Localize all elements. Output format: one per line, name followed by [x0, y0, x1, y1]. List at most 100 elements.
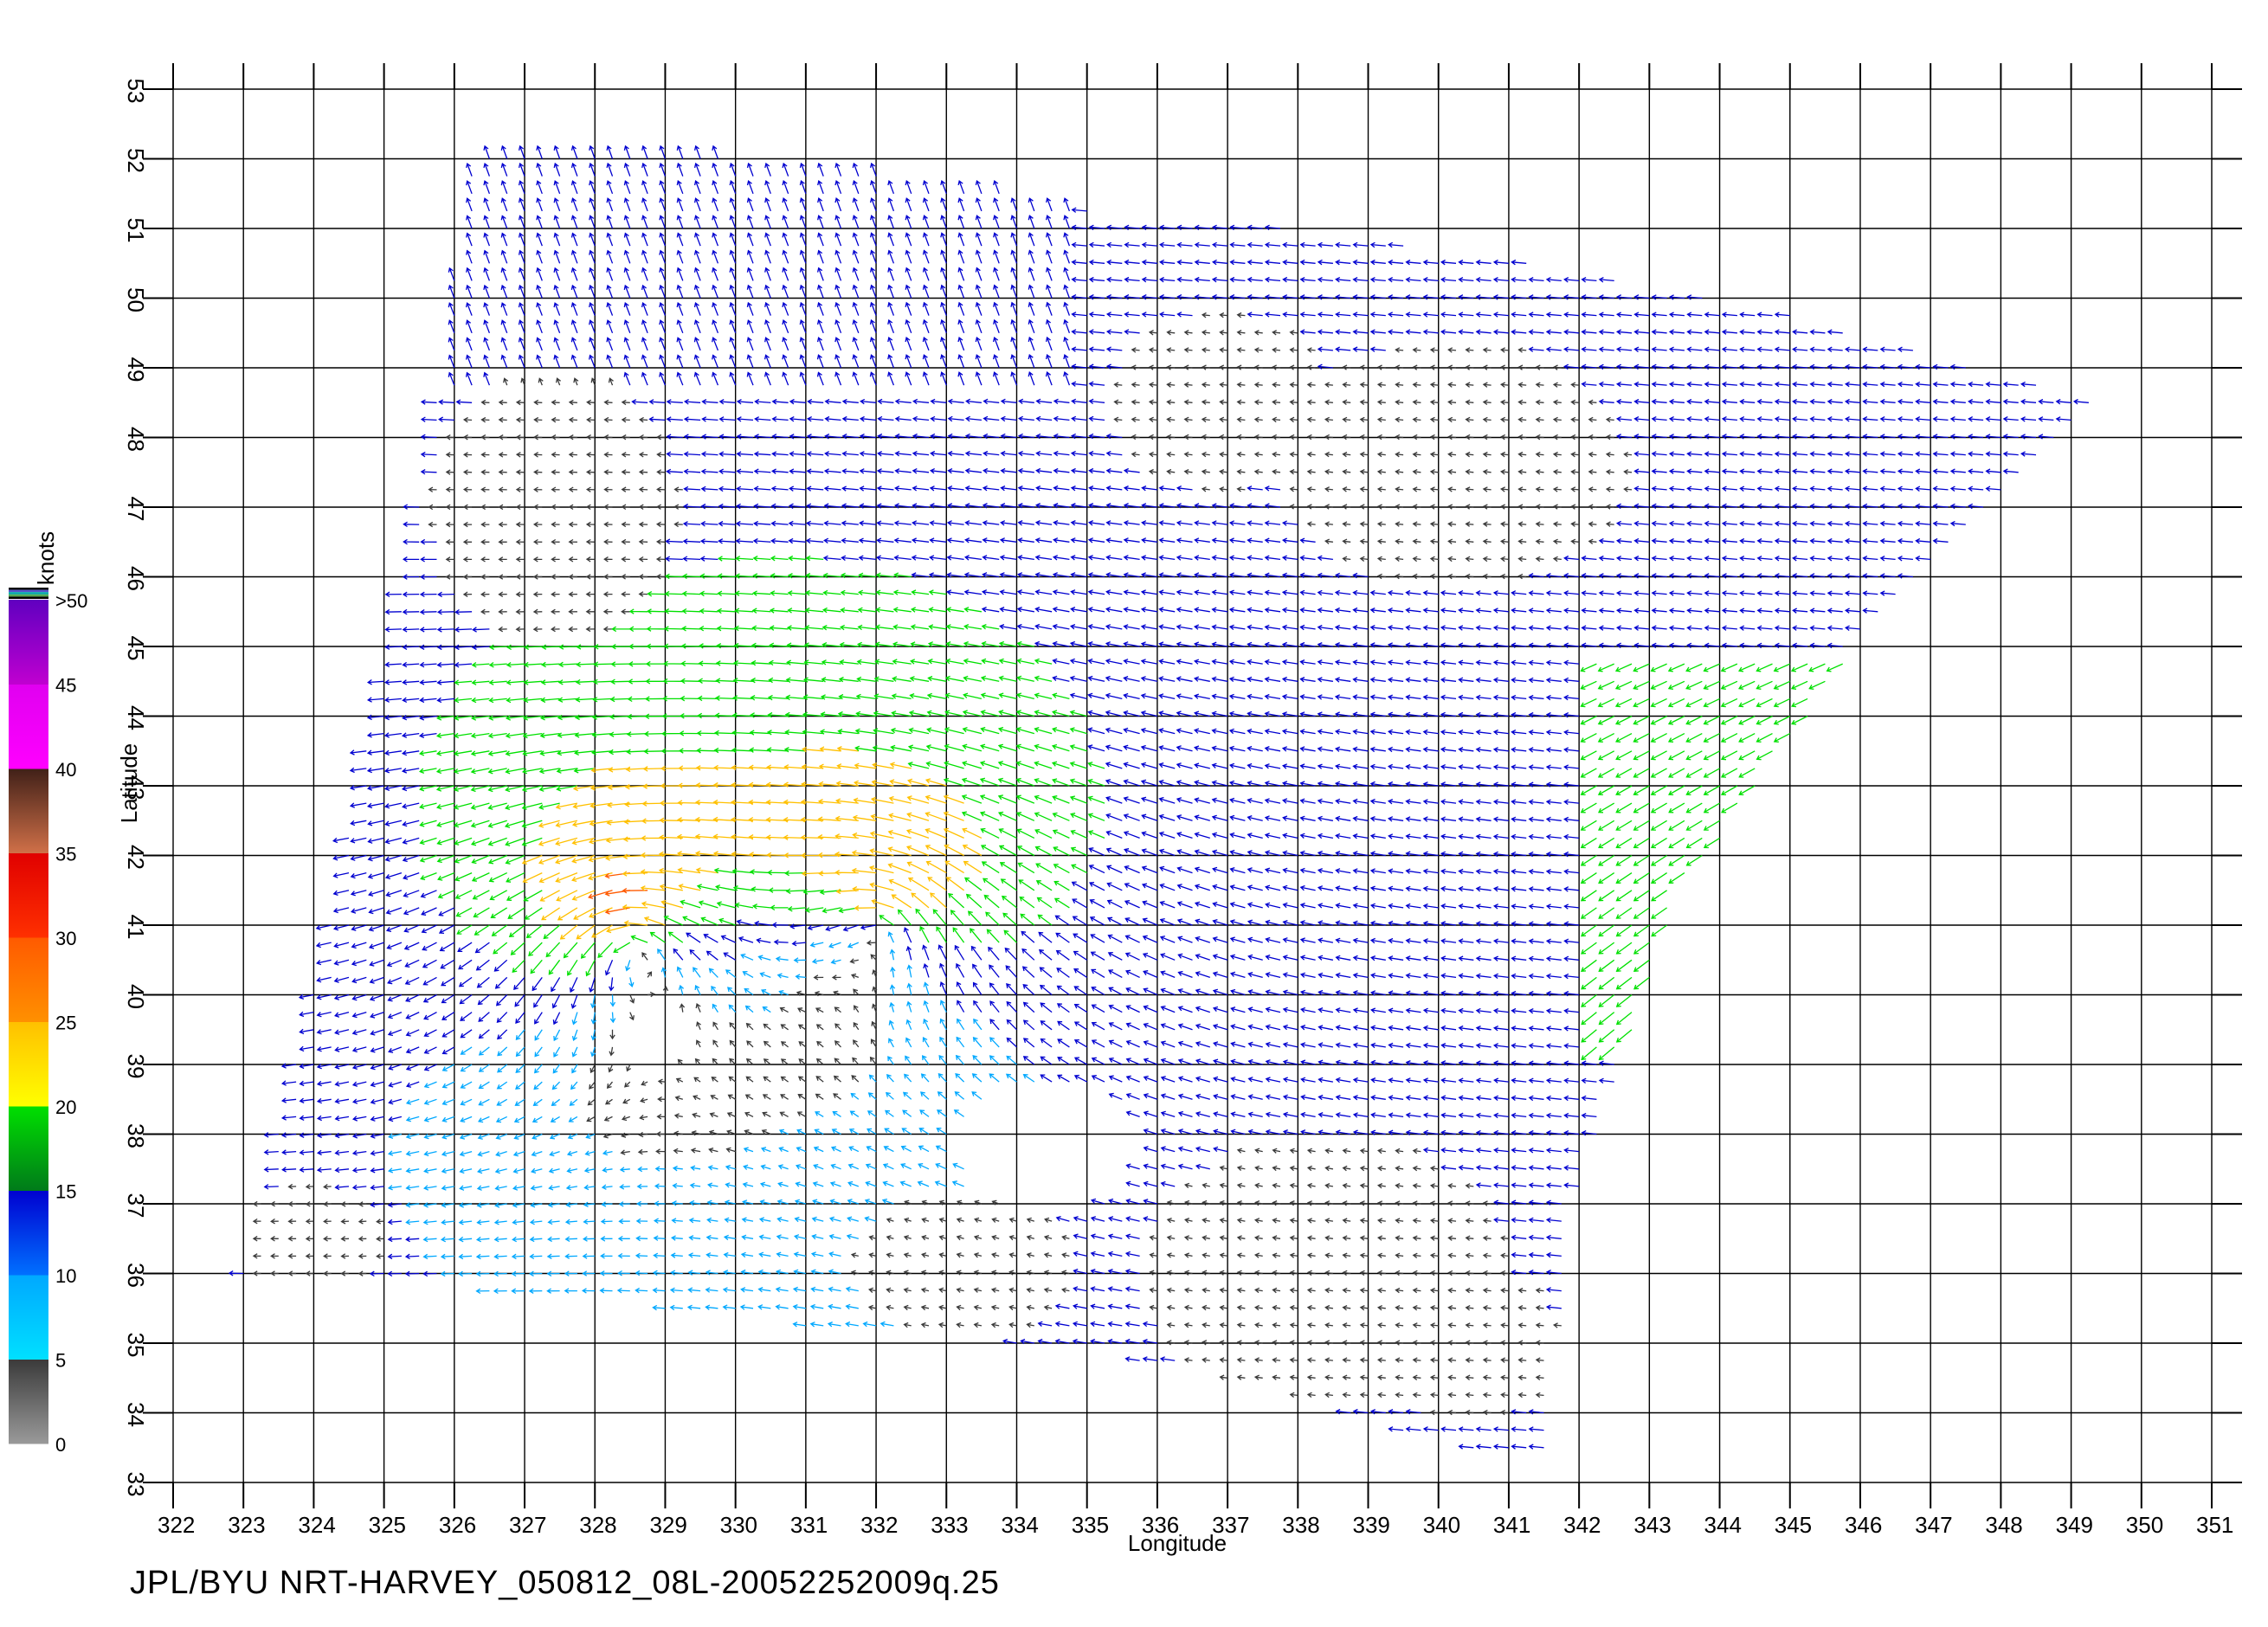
wind-vector: [316, 959, 332, 966]
wind-vector: [853, 1022, 860, 1031]
wind-vector: [975, 371, 983, 386]
wind-vector: [1087, 692, 1105, 700]
wind-vector: [1289, 330, 1298, 336]
wind-vector: [1528, 590, 1544, 596]
wind-vector: [568, 434, 577, 441]
wind-vector: [1229, 797, 1246, 804]
wind-vector: [1212, 884, 1228, 891]
wind-vector: [712, 1039, 718, 1048]
wind-vector: [686, 932, 701, 943]
wind-vector: [1809, 398, 1826, 405]
wind-vector: [1317, 277, 1333, 283]
wind-vector: [405, 1029, 420, 1037]
wind-vector: [1202, 1235, 1210, 1241]
wind-vector: [510, 942, 525, 955]
wind-vector: [1580, 750, 1597, 761]
wind-vector: [1158, 848, 1176, 857]
wind-vector: [553, 337, 561, 351]
wind-vector: [1581, 1046, 1597, 1061]
wind-vector: [370, 1116, 384, 1122]
wind-vector: [1511, 1251, 1527, 1258]
wind-vector: [905, 1037, 912, 1048]
wind-vector: [1342, 1287, 1351, 1294]
wind-vector: [1388, 729, 1404, 736]
wind-vector: [478, 1012, 490, 1022]
wind-vector: [522, 768, 543, 775]
wind-vector: [879, 915, 894, 926]
wind-vector: [1440, 259, 1457, 266]
wind-vector: [736, 468, 754, 474]
wind-vector: [910, 624, 930, 630]
wind-vector: [384, 697, 402, 703]
wind-vector: [954, 944, 965, 961]
wind-vector: [505, 802, 525, 811]
wind-vector: [436, 837, 455, 846]
wind-vector: [729, 301, 737, 316]
wind-vector: [982, 537, 1000, 543]
wind-vector: [1201, 399, 1210, 405]
wind-vector: [1500, 1287, 1509, 1294]
wind-vector: [659, 354, 667, 369]
wind-vector: [536, 354, 543, 369]
wind-vector: [445, 469, 454, 475]
wind-vector: [1183, 1340, 1193, 1346]
wind-vector: [1054, 1321, 1070, 1327]
wind-vector: [858, 537, 877, 543]
wind-vector: [340, 1236, 350, 1242]
wind-vector: [1105, 744, 1123, 752]
wind-vector: [1447, 451, 1457, 458]
wind-vector: [1517, 1357, 1527, 1363]
wind-vector: [1511, 659, 1527, 666]
wind-vector: [1475, 294, 1492, 300]
wind-vector: [1069, 744, 1087, 752]
wind-vector: [698, 678, 718, 684]
wind-vector: [905, 318, 912, 334]
wind-vector: [454, 837, 473, 846]
wind-vector: [606, 249, 614, 264]
wind-vector: [891, 711, 912, 717]
wind-vector: [388, 1046, 403, 1053]
wind-vector: [1774, 346, 1790, 353]
wind-vector: [912, 398, 930, 405]
wind-vector: [1395, 1374, 1404, 1380]
wind-vector: [1844, 451, 1861, 457]
wind-vector: [423, 1012, 437, 1020]
wind-vector: [350, 837, 367, 844]
wind-vector: [1149, 1304, 1158, 1311]
wind-vector: [682, 573, 701, 580]
wind-vector: [1465, 451, 1474, 458]
wind-vector: [729, 1058, 737, 1065]
wind-vector: [1615, 329, 1633, 335]
wind-vector: [908, 710, 930, 717]
wind-vector: [905, 1055, 912, 1065]
wind-vector: [929, 537, 947, 543]
wind-vector: [1006, 983, 1017, 995]
wind-vector: [1195, 918, 1211, 926]
wind-vector: [1034, 555, 1053, 561]
wind-vector: [1022, 1056, 1035, 1065]
wind-vector: [523, 697, 543, 704]
wind-vector: [1124, 329, 1140, 335]
wind-vector: [1387, 329, 1404, 335]
wind-vector: [1598, 312, 1614, 318]
wind-vector: [521, 785, 543, 793]
wind-vector: [1040, 1020, 1053, 1031]
wind-vector: [723, 952, 737, 961]
wind-vector: [454, 608, 473, 615]
wind-vector: [1475, 259, 1492, 266]
wind-vector: [1570, 382, 1580, 388]
wind-vector: [886, 1074, 894, 1083]
wind-vector: [858, 555, 877, 561]
wind-vector: [920, 1091, 930, 1100]
wind-vector: [1650, 768, 1667, 778]
wind-vector: [770, 573, 789, 579]
wind-vector: [1034, 692, 1053, 700]
wind-vector: [1405, 677, 1421, 683]
wind-vector: [903, 1322, 912, 1328]
wind-vector: [1615, 802, 1633, 814]
wind-vector: [815, 1111, 824, 1117]
wind-vector: [655, 538, 666, 545]
wind-vector: [1412, 1165, 1421, 1172]
wind-vector: [1774, 537, 1790, 544]
wind-vector: [340, 1270, 350, 1277]
